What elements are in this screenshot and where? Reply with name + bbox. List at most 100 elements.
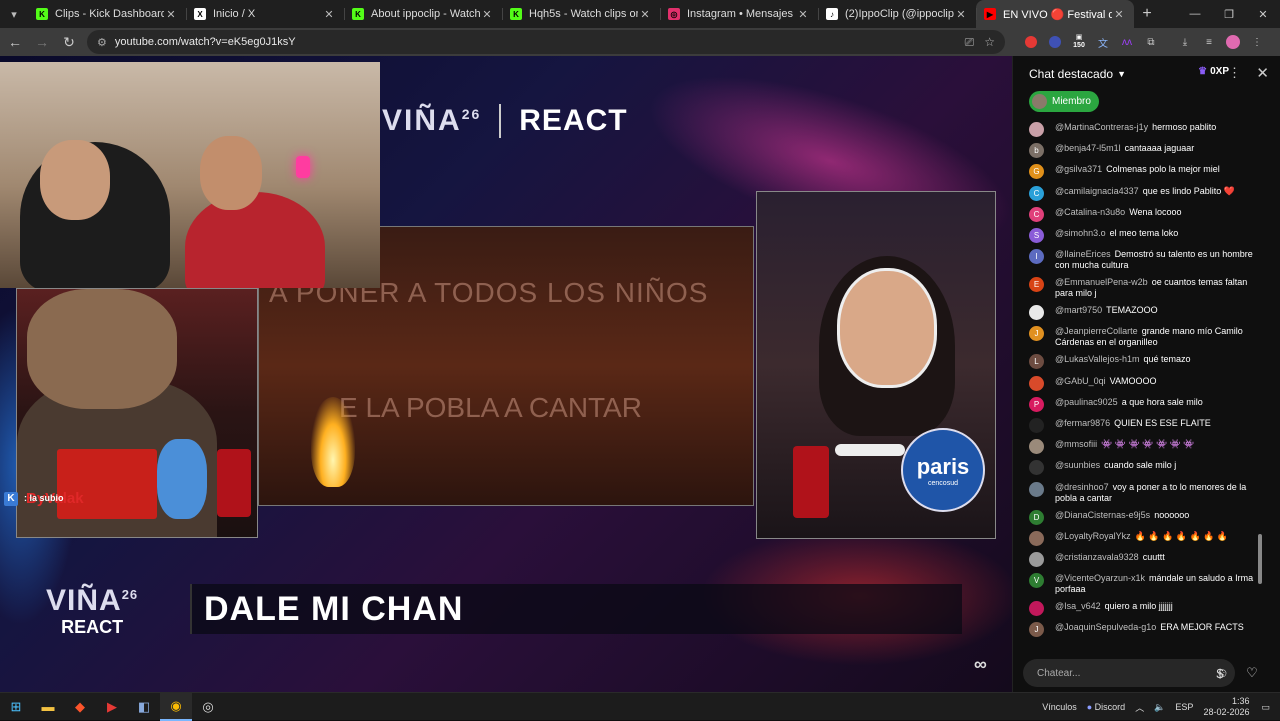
browser-menu-icon[interactable]: ⋮ bbox=[1245, 30, 1269, 54]
tab-close-icon[interactable]: ✕ bbox=[1112, 8, 1126, 21]
avatar[interactable] bbox=[1029, 481, 1044, 497]
browser-tab[interactable]: X Inicio / X ✕ bbox=[186, 0, 344, 28]
avatar[interactable]: P bbox=[1029, 396, 1044, 412]
brave-icon[interactable]: ◆ bbox=[64, 693, 96, 721]
chat-message[interactable]: P @paulinac9025 a que hora sale milo bbox=[1029, 396, 1259, 412]
bookmark-star-icon[interactable]: ☆ bbox=[984, 35, 995, 49]
chevron-down-icon[interactable]: ▼ bbox=[1117, 69, 1126, 79]
chat-message[interactable]: @cristianzavala9328 cuuttt bbox=[1029, 552, 1259, 567]
extension-badge-icon[interactable]: ▣ 150 bbox=[1067, 30, 1091, 54]
chat-author[interactable]: @LoyaltyRoyalYkz bbox=[1055, 531, 1131, 541]
avatar[interactable]: J bbox=[1029, 326, 1044, 342]
scrollbar-thumb[interactable] bbox=[1258, 534, 1262, 584]
chat-input[interactable]: Chatear... ☺ bbox=[1023, 659, 1235, 687]
chat-message[interactable]: V @VicenteOyarzun-x1k mándale un saludo a … bbox=[1029, 573, 1259, 595]
chat-message[interactable]: J @JeanpierreCollarte grande mano mío Cami… bbox=[1029, 326, 1259, 348]
chat-author[interactable]: @paulinac9025 bbox=[1055, 397, 1118, 407]
chat-author[interactable]: @suunbies bbox=[1055, 460, 1100, 470]
chat-message[interactable]: @dresinhoo7 voy a poner a to lo menores d… bbox=[1029, 481, 1259, 504]
chat-message[interactable]: @fermar9876 QUIEN ES ESE FLAITE bbox=[1029, 418, 1259, 433]
chat-author[interactable]: @MartinaContreras-j1y bbox=[1055, 122, 1148, 132]
downloads-icon[interactable]: ⤓ bbox=[1173, 30, 1197, 54]
start-icon[interactable]: ⊞ bbox=[0, 693, 32, 721]
file-explorer-icon[interactable]: ▬ bbox=[32, 693, 64, 721]
links-toolbar[interactable]: Vínculos bbox=[1042, 702, 1077, 712]
chat-message[interactable]: @MartinaContreras-j1y hermoso pablito bbox=[1029, 122, 1259, 137]
notes-icon[interactable]: ◧ bbox=[128, 693, 160, 721]
chat-message[interactable]: b @benja47-l5m1l cantaaaa jaguaar bbox=[1029, 143, 1259, 159]
avatar[interactable] bbox=[1029, 460, 1044, 476]
tab-close-icon[interactable]: ✕ bbox=[954, 8, 968, 21]
tab-search-icon[interactable]: ▾ bbox=[0, 0, 28, 28]
avatar[interactable]: J bbox=[1029, 622, 1044, 638]
avatar[interactable] bbox=[1029, 418, 1044, 433]
avatar[interactable] bbox=[1029, 439, 1044, 455]
avatar[interactable]: C bbox=[1029, 185, 1044, 201]
video-player[interactable]: VIÑA26 REACT A PONER A TODOS LOS NIÑOS E… bbox=[0, 56, 1012, 692]
chat-message[interactable]: C @camilaignacia4337 que es lindo Pablito … bbox=[1029, 185, 1259, 201]
chat-author[interactable]: @JoaquinSepulveda-g1o bbox=[1055, 622, 1156, 632]
chat-message[interactable]: E @EmmanuelPena-w2b oe cuantos temas falta… bbox=[1029, 277, 1259, 299]
obs-icon[interactable]: ◎ bbox=[192, 693, 224, 721]
chat-message[interactable]: @Isa_v642 quiero a milo jjjjjjj bbox=[1029, 601, 1259, 617]
profile-avatar[interactable] bbox=[1221, 30, 1245, 54]
browser-tab[interactable]: K Clips - Kick Dashboard ✕ bbox=[28, 0, 186, 28]
chat-author[interactable]: @JeanpierreCollarte bbox=[1055, 326, 1138, 336]
chat-message[interactable]: @suunbies cuando sale milo j bbox=[1029, 460, 1259, 476]
chat-author[interactable]: @mart9750 bbox=[1055, 305, 1102, 315]
chat-author[interactable]: @GAbU_0qi bbox=[1055, 376, 1106, 386]
discord-toolbar[interactable]: ● Discord bbox=[1087, 702, 1125, 712]
chat-message[interactable]: D @DianaCisternas-e9j5s noooooo bbox=[1029, 509, 1259, 525]
avatar[interactable]: G bbox=[1029, 164, 1044, 180]
avatar[interactable] bbox=[1029, 601, 1044, 617]
tab-close-icon[interactable]: ✕ bbox=[322, 8, 336, 21]
back-icon[interactable]: ← bbox=[3, 30, 27, 54]
chat-author[interactable]: @simohn3.o bbox=[1055, 228, 1106, 238]
avatar[interactable]: S bbox=[1029, 228, 1044, 243]
new-tab-button[interactable]: + bbox=[1134, 5, 1160, 23]
chat-message[interactable]: J @JoaquinSepulveda-g1o ERA MEJOR FACTS bbox=[1029, 622, 1259, 638]
member-filter-chip[interactable]: Miembro bbox=[1029, 91, 1099, 112]
chat-author[interactable]: @fermar9876 bbox=[1055, 418, 1110, 428]
chat-message-list[interactable]: @MartinaContreras-j1y hermoso pablito b @be… bbox=[1013, 118, 1271, 654]
reading-list-icon[interactable]: ≡ bbox=[1197, 30, 1221, 54]
avatar[interactable]: I bbox=[1029, 249, 1044, 265]
chat-message[interactable]: C @Catalina-n3u8o Wena locooo bbox=[1029, 206, 1259, 222]
avatar[interactable] bbox=[1029, 530, 1044, 546]
chat-author[interactable]: @EmmanuelPena-w2b bbox=[1055, 277, 1148, 287]
reload-icon[interactable]: ↻ bbox=[57, 30, 81, 54]
chat-author[interactable]: @camilaignacia4337 bbox=[1055, 186, 1139, 196]
chat-author[interactable]: @cristianzavala9328 bbox=[1055, 552, 1139, 562]
chrome-icon[interactable]: ◉ bbox=[160, 692, 192, 721]
avatar[interactable]: b bbox=[1029, 143, 1044, 159]
minimize-icon[interactable]: — bbox=[1178, 0, 1212, 28]
chat-message[interactable]: @LoyaltyRoyalYkz 🔥 🔥 🔥 🔥 🔥 🔥 🔥 bbox=[1029, 530, 1259, 546]
avatar[interactable] bbox=[1029, 552, 1044, 567]
clock[interactable]: 1:36 28-02-2026 bbox=[1203, 696, 1249, 718]
extension-purple-icon[interactable]: ʌʌ bbox=[1115, 30, 1139, 54]
browser-tab[interactable]: K About ippoclip - Watch Live on Kick✕ bbox=[344, 0, 502, 28]
chat-message[interactable]: @GAbU_0qi VAMOOOO bbox=[1029, 375, 1259, 391]
avatar[interactable]: L bbox=[1029, 354, 1044, 370]
super-chat-icon[interactable]: $ bbox=[1209, 662, 1231, 684]
avatar[interactable] bbox=[1029, 375, 1044, 391]
more-options-icon[interactable]: ⋮ bbox=[1228, 65, 1241, 81]
chat-message[interactable]: L @LukasVallejos-h1m qué temazo bbox=[1029, 354, 1259, 370]
chat-author[interactable]: @DianaCisternas-e9j5s bbox=[1055, 510, 1150, 520]
extension-red-icon[interactable] bbox=[1019, 30, 1043, 54]
avatar[interactable]: C bbox=[1029, 206, 1044, 222]
extension-blue-icon[interactable] bbox=[1043, 30, 1067, 54]
chat-author[interactable]: @mmsofiii bbox=[1055, 439, 1097, 449]
avatar[interactable]: D bbox=[1029, 509, 1044, 525]
forward-icon[interactable]: → bbox=[30, 30, 54, 54]
xp-badge[interactable]: ♛ 0XP bbox=[1198, 66, 1229, 77]
tab-close-icon[interactable]: ✕ bbox=[164, 8, 178, 21]
chat-author[interactable]: @benja47-l5m1l bbox=[1055, 143, 1121, 153]
site-info-icon[interactable]: ⚙ bbox=[97, 36, 107, 49]
url-text[interactable]: youtube.com/watch?v=eK5eg0J1ksY bbox=[115, 36, 955, 48]
language-indicator[interactable]: ESP bbox=[1175, 702, 1193, 712]
chat-author[interactable]: @VicenteOyarzun-x1k bbox=[1055, 573, 1145, 583]
restore-icon[interactable]: ❐ bbox=[1212, 0, 1246, 28]
chat-message[interactable]: S @simohn3.o el meo tema loko bbox=[1029, 228, 1259, 243]
tab-close-icon[interactable]: ✕ bbox=[638, 8, 652, 21]
